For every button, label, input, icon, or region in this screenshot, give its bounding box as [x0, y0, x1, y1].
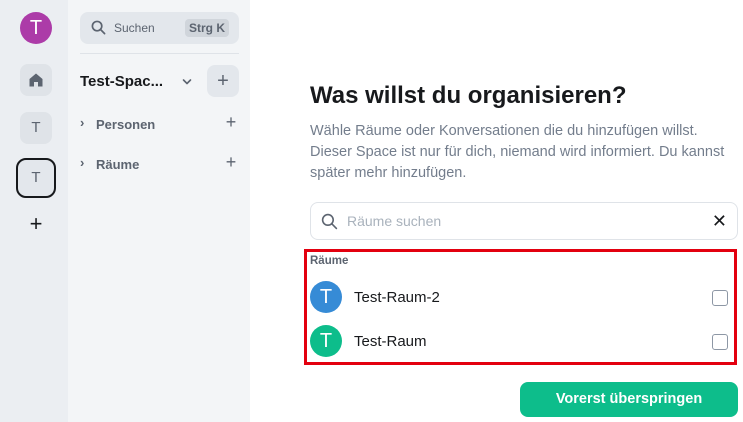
- page-description: Wähle Räume oder Konversationen die du h…: [310, 123, 725, 181]
- room-checkbox[interactable]: [712, 334, 728, 350]
- add-room-button[interactable]: +: [224, 153, 238, 173]
- space-add-button[interactable]: +: [207, 65, 239, 97]
- room-search-button[interactable]: Suchen Strg K: [80, 12, 239, 44]
- divider: [80, 53, 239, 54]
- spaces-rail: T T T +: [0, 0, 68, 422]
- chevron-down-icon[interactable]: [181, 76, 193, 88]
- space-avatar-2-selected[interactable]: T: [16, 158, 56, 198]
- page-title: Was willst du organisieren?: [310, 82, 627, 109]
- add-person-button[interactable]: +: [224, 113, 238, 133]
- room-filter-field[interactable]: Räume suchen ✕: [310, 202, 738, 240]
- room-name: Test-Raum: [354, 333, 427, 350]
- home-icon: [29, 73, 43, 87]
- search-placeholder: Suchen: [114, 21, 155, 35]
- keyboard-shortcut-badge: Strg K: [185, 19, 229, 37]
- close-icon[interactable]: ✕: [712, 210, 727, 232]
- list-item-room[interactable]: T Test-Raum-2: [310, 281, 728, 313]
- room-avatar: T: [310, 281, 342, 313]
- create-space-button[interactable]: +: [26, 212, 46, 236]
- chevron-right-icon: ›: [80, 155, 85, 170]
- user-avatar[interactable]: T: [20, 12, 52, 44]
- search-icon: [91, 20, 106, 35]
- space-avatar-1[interactable]: T: [20, 112, 52, 144]
- space-name[interactable]: Test-Spac...: [80, 73, 163, 90]
- home-button[interactable]: [20, 64, 52, 96]
- skip-button[interactable]: Vorerst überspringen: [520, 382, 738, 417]
- room-checkbox[interactable]: [712, 290, 728, 306]
- section-label: Räume: [96, 157, 140, 172]
- section-label: Personen: [96, 117, 156, 132]
- search-icon: [321, 213, 338, 230]
- rooms-group-label: Räume: [310, 255, 349, 267]
- room-list-panel: Suchen Strg K Test-Spac... + › Personen …: [68, 0, 250, 422]
- room-name: Test-Raum-2: [354, 289, 440, 306]
- chevron-right-icon: ›: [80, 115, 85, 130]
- room-avatar: T: [310, 325, 342, 357]
- list-item-room[interactable]: T Test-Raum: [310, 325, 728, 357]
- room-filter-placeholder: Räume suchen: [347, 213, 442, 229]
